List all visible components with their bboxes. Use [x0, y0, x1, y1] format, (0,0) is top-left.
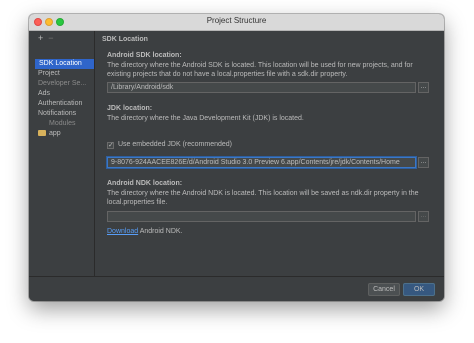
ok-button[interactable]: OK	[403, 283, 435, 296]
android-sdk-browse-button[interactable]: ...	[418, 82, 429, 93]
sidebar-item-notifications[interactable]: Notifications	[34, 109, 94, 119]
cancel-button[interactable]: Cancel	[368, 283, 400, 296]
embedded-jdk-checkbox[interactable]: ✓	[107, 142, 114, 149]
sidebar-item-app-label: app	[49, 130, 61, 137]
jdk-description: The directory where the Java Development…	[107, 115, 304, 122]
sidebar-item-ads[interactable]: Ads	[34, 89, 94, 99]
jdk-path-field[interactable]: 9-8076-924AACEE826E/d/Android Studio 3.0…	[107, 157, 416, 168]
jdk-browse-button[interactable]: ...	[418, 157, 429, 168]
android-sdk-path-field[interactable]: /Library/Android/sdk	[107, 82, 416, 93]
android-sdk-title: Android SDK location:	[107, 52, 182, 59]
add-icon[interactable]: +	[38, 33, 43, 43]
sdk-location-panel: SDK Location Android SDK location: The d…	[95, 31, 444, 277]
jdk-title: JDK location:	[107, 105, 153, 112]
module-folder-icon	[38, 130, 46, 136]
page-title: SDK Location	[102, 36, 148, 43]
download-ndk-suffix: Android NDK.	[138, 228, 183, 235]
sidebar-header-modules: Modules	[49, 120, 76, 127]
android-ndk-description: The directory where the Android NDK is l…	[107, 190, 419, 206]
android-sdk-description: The directory where the Android SDK is l…	[107, 62, 413, 78]
sidebar-item-authentication[interactable]: Authentication	[34, 99, 94, 109]
download-ndk-link[interactable]: Download	[107, 228, 138, 235]
android-ndk-browse-button[interactable]: ...	[418, 211, 429, 222]
window-title: Project Structure	[206, 16, 267, 25]
sidebar-header-developer-services: Developer Se...	[38, 80, 87, 87]
remove-icon[interactable]: −	[48, 33, 53, 43]
title-bar[interactable]: Project Structure	[29, 14, 444, 31]
embedded-jdk-label: Use embedded JDK (recommended)	[118, 141, 232, 148]
sidebar-item-app[interactable]: app	[34, 129, 94, 139]
sidebar-item-project[interactable]: Project	[34, 69, 94, 79]
dialog-footer: Cancel OK	[29, 276, 444, 301]
project-structure-dialog: Project Structure + − SDK Location Projec…	[29, 14, 444, 301]
android-ndk-title: Android NDK location:	[107, 180, 183, 187]
android-ndk-path-field[interactable]	[107, 211, 416, 222]
ndk-download-row: Download Android NDK.	[107, 228, 183, 235]
sidebar-item-sdk-location[interactable]: SDK Location	[35, 59, 94, 69]
sidebar: + − SDK Location Project Developer Se... …	[29, 31, 94, 277]
embedded-jdk-row[interactable]: ✓ Use embedded JDK (recommended)	[107, 141, 232, 149]
sidebar-toolbar: + −	[38, 33, 59, 43]
